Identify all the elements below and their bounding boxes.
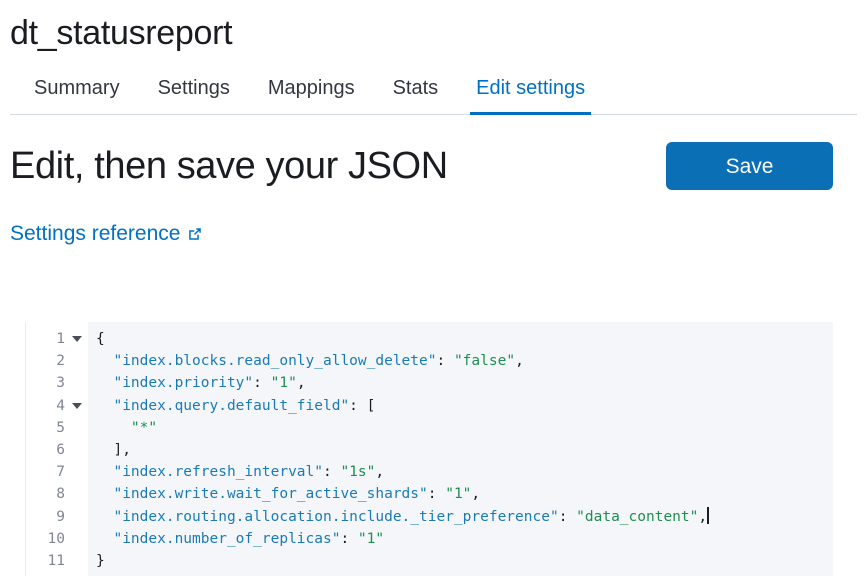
tab-bar: Summary Settings Mappings Stats Edit setting…	[10, 70, 857, 115]
editor-code-line[interactable]: "index.write.wait_for_active_shards": "1…	[96, 483, 833, 505]
editor-code-line[interactable]: }	[96, 550, 833, 572]
json-string-value: "*"	[130, 419, 158, 436]
json-punctuation: : [	[349, 397, 376, 414]
fold-toggle-icon[interactable]	[70, 336, 83, 343]
json-key: "index.number_of_replicas"	[113, 530, 341, 547]
editor-code-area[interactable]: { "index.blocks.read_only_allow_delete":…	[88, 322, 833, 576]
editor-line-number: 8	[26, 483, 88, 505]
section-heading-row: Edit, then save your JSON Save	[10, 142, 857, 190]
json-punctuation: ],	[113, 441, 131, 458]
editor-code-line[interactable]: "index.routing.allocation.include._tier_…	[96, 506, 833, 528]
section-title: Edit, then save your JSON	[10, 145, 448, 187]
json-key: "index.query.default_field"	[113, 397, 350, 414]
json-punctuation: ,	[698, 508, 708, 525]
line-number-label: 7	[56, 464, 65, 481]
editor-line-number: 9	[26, 506, 88, 528]
editor-line-number: 2	[26, 350, 88, 372]
json-string-value: "false"	[453, 353, 516, 370]
json-string-value: "1s"	[340, 464, 376, 481]
fold-toggle-icon[interactable]	[70, 402, 83, 409]
settings-reference-link[interactable]: Settings reference	[10, 221, 203, 247]
reference-link-row: Settings reference	[10, 221, 857, 247]
text-cursor	[707, 506, 709, 524]
json-punctuation: :	[340, 530, 358, 547]
line-number-label: 11	[47, 552, 65, 569]
json-punctuation: ,	[515, 353, 524, 370]
editor-line-number: 5	[26, 417, 88, 439]
external-link-icon	[187, 226, 203, 242]
editor-code-line[interactable]: {	[96, 328, 833, 350]
editor-line-number: 10	[26, 528, 88, 550]
tab-settings[interactable]: Settings	[139, 76, 249, 114]
tab-summary[interactable]: Summary	[10, 76, 139, 114]
line-number-label: 6	[56, 441, 65, 458]
json-punctuation: :	[558, 508, 577, 525]
json-punctuation: ,	[296, 375, 306, 392]
editor-line-number: 6	[26, 439, 88, 461]
tab-mappings[interactable]: Mappings	[249, 76, 374, 114]
json-string-value: "1"	[445, 486, 472, 503]
editor-code-line[interactable]: "index.query.default_field": [	[96, 395, 833, 417]
line-number-label: 9	[56, 508, 65, 525]
line-number-label: 4	[56, 397, 65, 414]
json-punctuation: ,	[471, 486, 481, 503]
line-number-label: 8	[56, 486, 65, 503]
line-number-label: 5	[56, 419, 65, 436]
line-number-label: 2	[56, 353, 65, 370]
json-punctuation: :	[436, 353, 454, 370]
line-number-label: 1	[56, 331, 65, 347]
editor-line-number: 1	[26, 328, 88, 350]
editor-code-line[interactable]: "index.number_of_replicas": "1"	[96, 528, 833, 550]
json-punctuation: ,	[375, 464, 385, 481]
json-string-value: "1"	[270, 375, 297, 392]
tab-stats[interactable]: Stats	[374, 76, 458, 114]
page-title: dt_statusreport	[10, 14, 233, 52]
line-number-label: 10	[47, 530, 65, 547]
editor-line-number: 3	[26, 372, 88, 394]
json-punctuation: }	[96, 552, 105, 569]
editor-line-number: 11	[26, 550, 88, 572]
json-editor[interactable]: 1 2 3 4 5 6 7 8 9 10 11 { "index.blocks.read_only_…	[25, 322, 833, 576]
index-detail-page: dt_statusreport Summary Settings Mappings S…	[0, 0, 867, 576]
json-key: "index.write.wait_for_active_shards"	[113, 486, 428, 503]
json-key: "index.routing.allocation.include._tier_…	[113, 508, 559, 525]
json-punctuation: :	[322, 464, 341, 481]
json-string-value: "1"	[357, 530, 385, 547]
json-punctuation: :	[427, 486, 446, 503]
editor-code-line[interactable]: "*"	[96, 417, 833, 439]
json-string-value: "data_content"	[576, 508, 699, 525]
settings-reference-label: Settings reference	[10, 222, 181, 245]
json-punctuation: {	[96, 331, 105, 347]
tab-edit-settings[interactable]: Edit settings	[457, 76, 604, 115]
editor-code-line[interactable]: ],	[96, 439, 833, 461]
editor-line-number: 4	[26, 395, 88, 417]
json-key: "index.refresh_interval"	[113, 464, 323, 481]
json-key: "index.blocks.read_only_allow_delete"	[113, 353, 437, 370]
editor-code-line[interactable]: "index.priority": "1",	[96, 372, 833, 394]
editor-gutter: 1 2 3 4 5 6 7 8 9 10 11	[25, 322, 88, 576]
editor-code-line[interactable]: "index.blocks.read_only_allow_delete": "…	[96, 350, 833, 372]
save-button[interactable]: Save	[666, 142, 833, 190]
editor-code-line[interactable]: "index.refresh_interval": "1s",	[96, 461, 833, 483]
editor-line-number: 7	[26, 461, 88, 483]
json-key: "index.priority"	[113, 375, 254, 392]
json-punctuation: :	[253, 375, 271, 392]
line-number-label: 3	[56, 375, 65, 392]
